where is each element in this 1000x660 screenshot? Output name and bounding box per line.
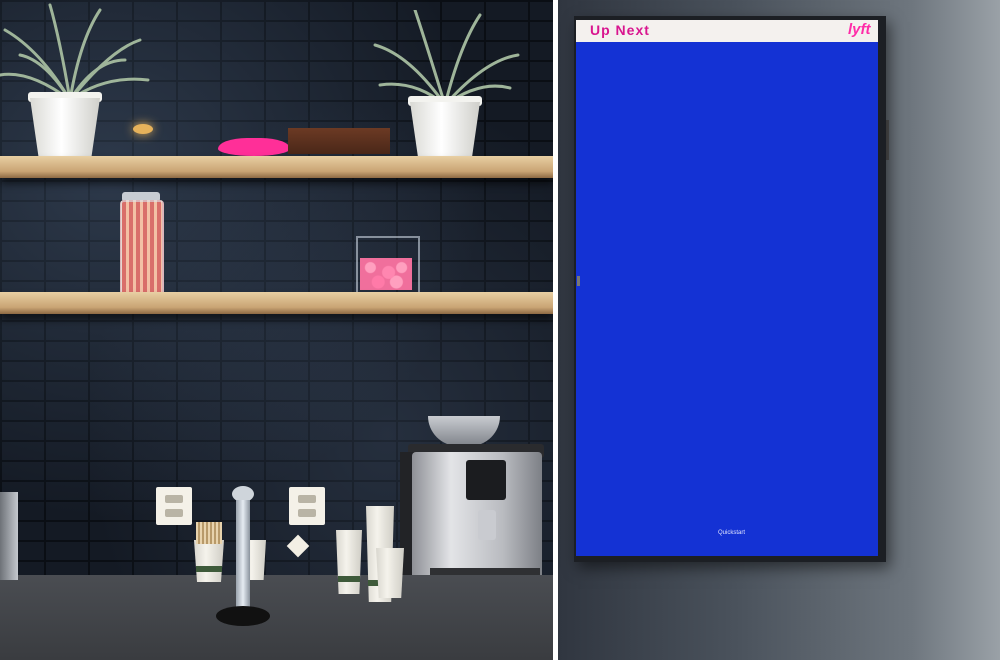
countertop [0,575,553,660]
stirrer-cup [194,540,224,582]
pink-candy [360,258,412,290]
shelf-light [133,124,153,134]
wall-display-photo: Up Next lyft Quickstart [558,0,1000,660]
wall-outlet-left [156,487,192,525]
candy-jar-tall [120,200,164,296]
glass-dispenser [236,500,250,612]
kitchen-photo [0,0,553,660]
air-plant-right [373,10,520,107]
wall-outlet-right [289,487,325,525]
quickstart-footer: Quickstart [718,530,746,536]
upper-shelf [0,156,553,178]
wooden-stirrers [196,522,222,544]
lyft-logo-icon: lyft [848,21,871,38]
pink-mustache [218,138,290,156]
lower-shelf [0,292,553,314]
cup-stack-1 [336,530,362,594]
white-planter-right [410,102,480,160]
tv-screen-blue [576,20,878,556]
white-planter-left [30,98,100,156]
espresso-spout [478,510,496,540]
espresso-display [466,460,506,500]
wood-block [288,128,390,154]
cup-stack-3 [376,548,404,598]
metal-pitcher [0,492,18,580]
up-next-title: Up Next [590,22,650,38]
